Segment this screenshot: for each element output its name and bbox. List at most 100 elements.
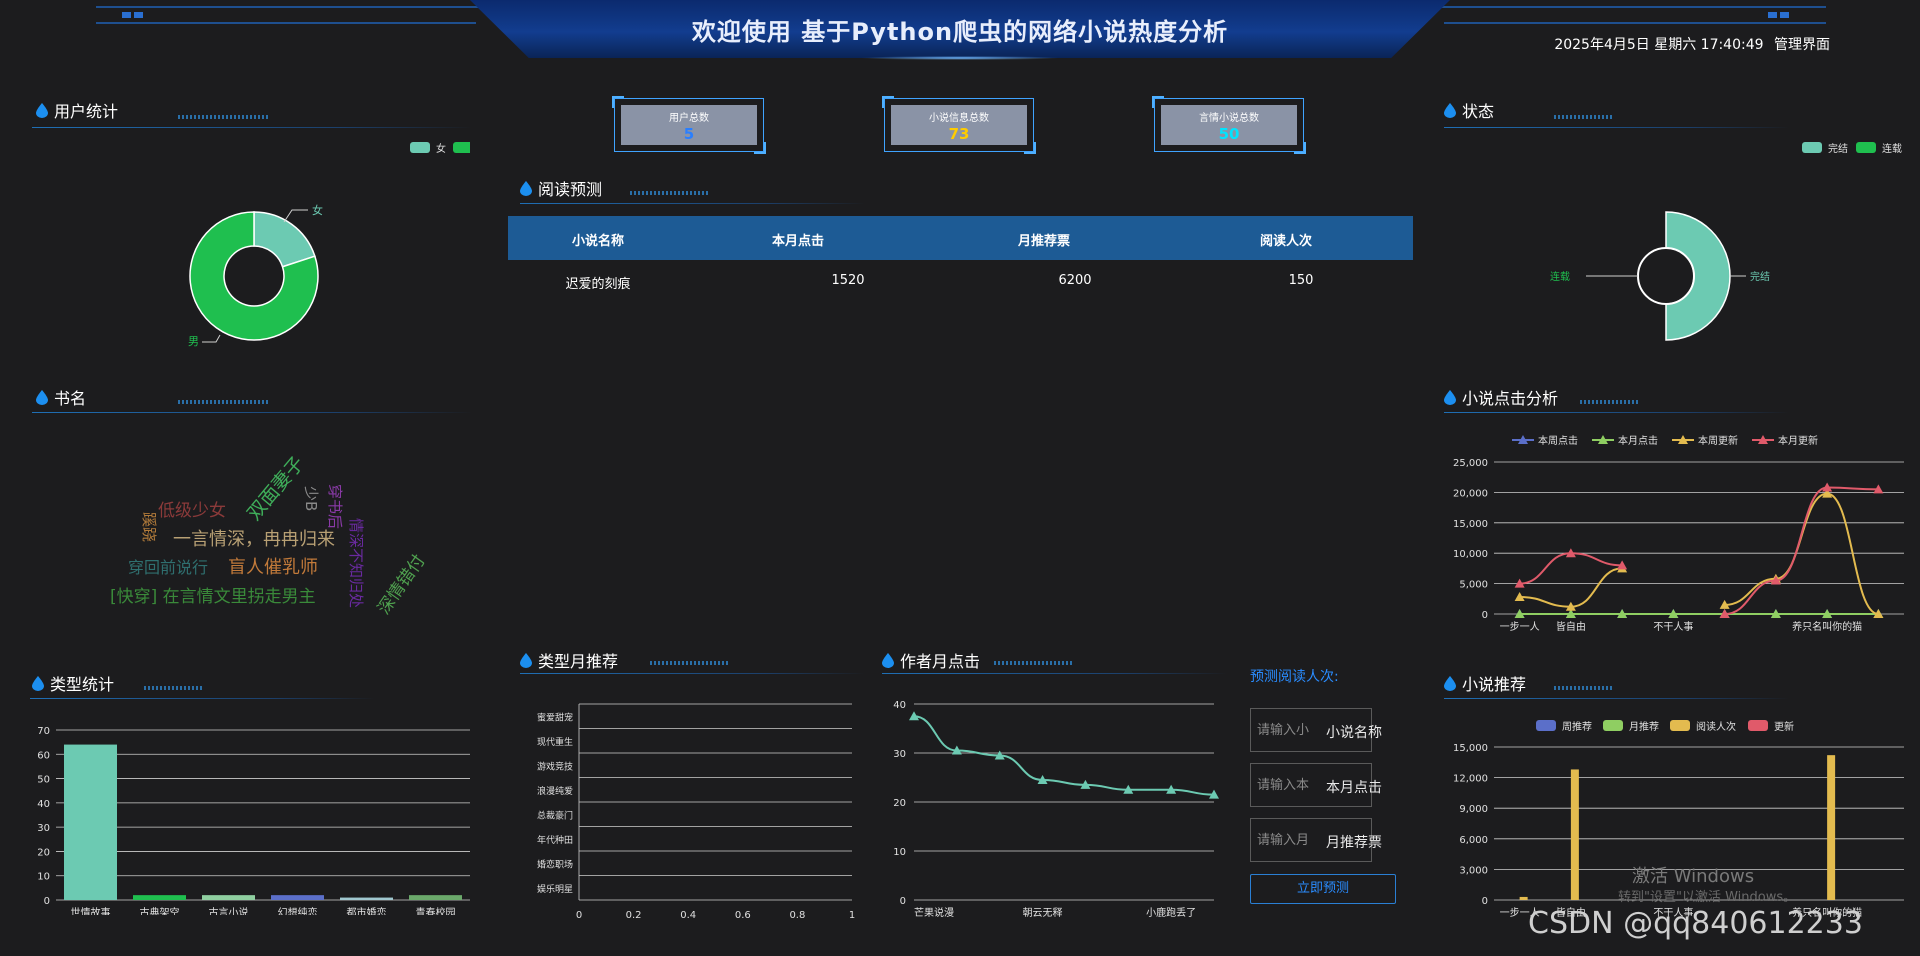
y-tick-label: 10 <box>893 847 906 858</box>
water-drop-icon <box>36 389 48 405</box>
stat-card-romance: 言情小说总数 50 <box>1152 96 1306 154</box>
table-cell: 6200 <box>1058 273 1092 288</box>
word-cloud-item: 情深不知归处 <box>347 518 365 609</box>
stat-label: 小说信息总数 <box>929 113 989 124</box>
table-header-cell: 本月点击 <box>771 234 824 249</box>
pie-label: 男 <box>188 335 199 348</box>
x-tick-label: 0.8 <box>789 910 805 921</box>
bar <box>340 897 393 900</box>
water-drop-icon <box>1444 675 1456 691</box>
water-drop-icon <box>520 652 532 668</box>
table-cell: 150 <box>1288 273 1314 288</box>
stat-label: 用户总数 <box>669 113 709 124</box>
legend-label: 本月更新 <box>1778 434 1818 447</box>
word-cloud-item: 低级少女 <box>158 501 226 521</box>
x-tick-label: 1 <box>849 910 855 921</box>
legend-swatch <box>453 142 470 153</box>
pie-label: 连载 <box>1550 270 1570 283</box>
table-cell: 1520 <box>831 273 865 288</box>
header-deco <box>1780 12 1789 18</box>
admin-link[interactable]: 管理界面 <box>1774 37 1830 53</box>
legend-label: 女 <box>436 142 446 155</box>
monthly-click-input[interactable] <box>1250 763 1372 807</box>
x-tick-label: 一步一人 <box>1500 621 1540 633</box>
word-cloud-item: 一言情深，冉冉归来 <box>173 529 335 550</box>
bar <box>64 744 117 900</box>
page-title: 欢迎使用 基于Python爬虫的网络小说热度分析 <box>691 18 1229 46</box>
datetime: 2025年4月5日 星期六 17:40:49 <box>1554 37 1764 53</box>
word-cloud-item: 蹊跷 <box>140 512 158 543</box>
legend-swatch <box>1856 142 1876 153</box>
type-stats-chart: 0 10 20 30 40 50 60 70 世情故事 古典架空 古言小说 幻想纯恋 都市婚恋 青春校园 <box>37 726 470 915</box>
panel-title-user-stats: 用户统计 <box>36 98 118 122</box>
header-glow <box>860 56 1060 60</box>
series-line <box>1519 552 1623 585</box>
card-body: 小说信息总数 73 <box>891 105 1027 145</box>
panel-underline <box>520 203 865 204</box>
stat-value: 73 <box>948 125 970 143</box>
panel-label: 类型月推荐 <box>538 652 619 671</box>
bar <box>409 895 462 900</box>
y-tick-label: 5,000 <box>1459 580 1488 591</box>
panel-dash <box>1554 115 1614 119</box>
y-tick-label: 30 <box>893 749 906 760</box>
word-cloud-item: [快穿] 在言情文里拐走男主 <box>110 587 316 607</box>
header-deco <box>122 12 131 18</box>
monthly-ticket-input[interactable] <box>1250 818 1372 862</box>
panel-label: 类型统计 <box>50 675 115 694</box>
click-analysis-chart: 本周点击 本月点击 本周更新 本月更新 0 5,000 10,000 15,000 20,000… <box>1453 434 1904 633</box>
card-body: 言情小说总数 50 <box>1161 105 1297 145</box>
predict-button[interactable]: 立即预测 <box>1250 874 1396 904</box>
bar <box>1827 755 1836 900</box>
x-tick-label: 芒果说漫 <box>914 906 954 919</box>
bar <box>271 895 324 900</box>
user-gender-chart: 女男女男 <box>188 142 470 348</box>
y-tick-label: 蜜爱甜宠 <box>537 711 573 723</box>
table-header-cell: 月推荐票 <box>1017 234 1070 249</box>
bar <box>202 895 255 900</box>
y-tick-label: 0 <box>1482 610 1488 621</box>
panel-dash <box>650 661 730 665</box>
y-tick-label: 婚恋职场 <box>537 858 573 870</box>
panel-dash <box>1580 400 1640 404</box>
y-tick-label: 40 <box>893 700 906 711</box>
panel-title-author-monthly: 作者月点击 <box>882 648 980 672</box>
x-tick-label: 世情故事 <box>71 906 111 915</box>
predict-form-title: 预测阅读人次: <box>1250 669 1339 685</box>
y-tick-label: 游戏竞技 <box>537 760 573 772</box>
x-tick-label: 青春校园 <box>416 906 456 915</box>
y-tick-label: 9,000 <box>1459 804 1488 815</box>
panel-underline <box>1444 412 1789 413</box>
stat-value: 5 <box>683 125 695 143</box>
y-tick-label: 60 <box>37 750 50 761</box>
y-tick-label: 年代种田 <box>537 834 573 846</box>
legend-swatch <box>1603 720 1623 731</box>
panel-title-status: 状态 <box>1444 98 1494 122</box>
y-tick-label: 15,000 <box>1453 519 1488 530</box>
x-tick-label: 0.2 <box>626 910 642 921</box>
x-tick-label: 古言小说 <box>209 906 249 915</box>
legend-label: 完结 <box>1828 142 1848 155</box>
windows-activation-hint: 转到"设置"以激活 Windows。 <box>1618 890 1797 905</box>
panel-label: 用户统计 <box>54 102 119 121</box>
water-drop-icon <box>32 675 44 691</box>
panel-underline <box>32 127 472 128</box>
legend-label: 阅读人次 <box>1696 720 1736 733</box>
y-tick-label: 12,000 <box>1453 774 1488 785</box>
type-monthly-chart: 娱乐明星 婚恋职场 年代种田 总裁豪门 浪漫纯爱 游戏竞技 现代重生 蜜爱甜宠 0 0.2 0.4 0… <box>537 703 855 921</box>
x-tick-label: 朝云无释 <box>1023 906 1063 919</box>
word-cloud-item: 穿回前说行 <box>128 558 209 577</box>
water-drop-icon <box>520 180 532 196</box>
panel-dash <box>630 191 710 195</box>
y-tick-label: 3,000 <box>1459 865 1488 876</box>
table-header-cell: 小说名称 <box>571 234 624 249</box>
panel-title-book-name: 书名 <box>36 385 86 409</box>
y-tick-label: 15,000 <box>1453 743 1488 754</box>
panel-underline <box>1444 127 1789 128</box>
y-tick-label: 20,000 <box>1453 488 1488 499</box>
water-drop-icon <box>1444 102 1456 118</box>
x-tick-label: 0.6 <box>735 910 751 921</box>
legend-swatch <box>1536 720 1556 731</box>
y-tick-label: 10,000 <box>1453 549 1488 560</box>
novel-name-input[interactable] <box>1250 708 1372 752</box>
